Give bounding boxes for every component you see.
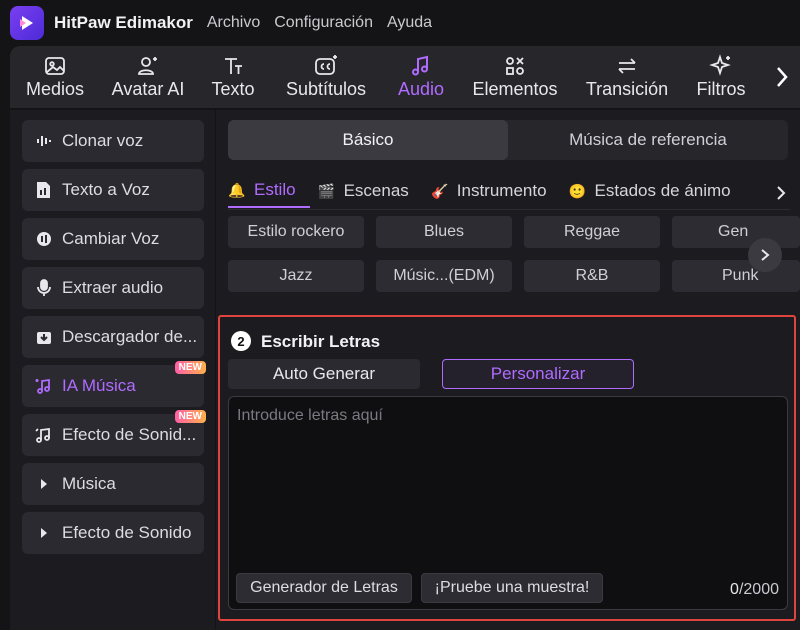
new-badge: NEW [174,410,206,423]
style-chips: Estilo rockero Blues Reggae Gen Jazz Mús… [228,216,800,296]
clapperboard-icon: 🎬 [317,182,336,199]
try-sample-button[interactable]: ¡Pruebe una muestra! [421,573,603,603]
app-name: HitPaw Edimakor [54,13,193,32]
captions-icon [315,55,337,75]
music-note-icon [412,55,428,76]
menu-archivo[interactable]: Archivo [207,14,260,32]
lyrics-section: 2 Escribir Letras Auto Generar Personali… [218,315,796,621]
image-icon [45,57,65,75]
caret-right-icon [34,474,54,494]
styles-next-button[interactable] [748,238,782,272]
sparkle-icon [709,54,731,76]
new-badge: NEW [174,361,206,374]
menu-ayuda[interactable]: Ayuda [387,14,432,32]
tab-escenas[interactable]: 🎬 Escenas [318,174,423,208]
lyrics-generator-button[interactable]: Generador de Letras [236,573,412,603]
guitar-icon: 🎸 [431,182,449,199]
customize-button[interactable]: Personalizar [442,359,634,389]
sidebar-item-efecto-sonido[interactable]: Efecto de Sonido [22,512,204,554]
style-chip[interactable]: Reggae [524,216,660,248]
document-voice-icon [34,180,54,200]
auto-generate-button[interactable]: Auto Generar [228,359,420,389]
waveform-icon [34,131,54,151]
char-counter: 0/2000 [730,581,779,598]
app-logo-icon [10,6,44,40]
lyrics-placeholder: Introduce letras aquí [237,407,383,424]
sidebar-item-descargador[interactable]: Descargador de... [22,316,204,358]
style-chip[interactable]: Gen [672,216,800,248]
tabs-next-button[interactable] [774,182,788,204]
sidebar-item-cambiar-voz[interactable]: Cambiar Voz [22,218,204,260]
style-chip[interactable]: Blues [376,216,512,248]
avatar-icon [138,57,157,75]
tool-audio[interactable]: Audio [382,46,460,108]
sidebar-item-clonar-voz[interactable]: Clonar voz [22,120,204,162]
lyrics-input[interactable]: Introduce letras aquí Generador de Letra… [228,396,788,610]
chevron-right-icon [777,67,788,87]
chevron-right-icon [761,249,770,261]
ai-music-panel: Básico Música de referencia 🔔 Estilo 🎬 E… [216,110,800,630]
style-chip[interactable]: Punk [672,260,800,292]
voice-change-icon [34,229,54,249]
bell-icon: 🔔 [228,181,246,198]
smile-icon: 🙂 [568,182,587,199]
segment-musica-referencia[interactable]: Música de referencia [508,120,788,160]
mode-segmented-control: Básico Música de referencia [228,120,788,160]
style-chip[interactable]: Estilo rockero [228,216,364,248]
sidebar-item-musica[interactable]: Música [22,463,204,505]
audio-sidebar: Clonar voz Texto a Voz Cambiar Voz Extra… [10,110,215,630]
chevron-right-icon [777,186,786,200]
tool-avatar-ai[interactable]: Avatar AI [100,46,196,108]
tab-instrumento[interactable]: 🎸 Instrumento [431,174,561,208]
elements-icon [506,57,524,75]
sidebar-item-extraer-audio[interactable]: Extraer audio [22,267,204,309]
sound-effect-icon [34,425,54,445]
menu-bar: HitPaw Edimakor Archivo Configuración Ay… [0,0,800,46]
style-chip[interactable]: Jazz [228,260,364,292]
lyrics-title: Escribir Letras [261,332,381,351]
tool-filtros[interactable]: Filtros [684,46,758,108]
sidebar-item-efecto-sonido-ai[interactable]: Efecto de Sonid... NEW [22,410,206,456]
text-icon [225,58,242,74]
caret-right-icon [34,523,54,543]
tool-subtitulos[interactable]: Subtítulos [270,46,382,108]
style-chip[interactable]: Músic...(EDM) [376,260,512,292]
tool-transicion[interactable]: Transición [570,46,684,108]
main-toolbar: Medios Avatar AI Texto Subtítulos Audio … [10,46,800,108]
menu-configuracion[interactable]: Configuración [274,14,373,32]
category-tabs: 🔔 Estilo 🎬 Escenas 🎸 Instrumento 🙂 Estad… [228,174,790,210]
step-number: 2 [231,331,251,351]
ai-music-icon [34,376,54,396]
sidebar-item-ia-musica[interactable]: IA Música NEW [22,361,206,407]
style-chip[interactable]: R&B [524,260,660,292]
tool-texto[interactable]: Texto [196,46,270,108]
toolbar-next-button[interactable] [770,60,794,94]
tool-elementos[interactable]: Elementos [460,46,570,108]
transition-icon [618,58,636,74]
segment-basico[interactable]: Básico [228,120,508,160]
tool-medios[interactable]: Medios [10,46,100,108]
download-icon [34,327,54,347]
tab-estados-animo[interactable]: 🙂 Estados de ánimo [569,174,745,208]
tab-estilo[interactable]: 🔔 Estilo [228,174,310,208]
sidebar-item-texto-a-voz[interactable]: Texto a Voz [22,169,204,211]
microphone-icon [34,278,54,298]
